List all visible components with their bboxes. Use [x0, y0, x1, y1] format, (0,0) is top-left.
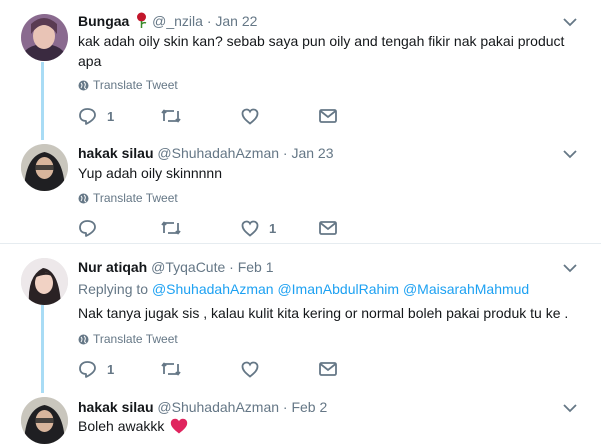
- reply-button[interactable]: 1: [78, 106, 114, 126]
- like-button[interactable]: [241, 359, 259, 379]
- share-dm-button[interactable]: [319, 218, 337, 238]
- reply-count: 1: [107, 361, 115, 377]
- separator-dot: ·: [282, 399, 288, 415]
- like-icon: [241, 220, 259, 237]
- handle[interactable]: @ShuhadahAzman: [157, 145, 279, 161]
- avatar[interactable]: [21, 14, 68, 61]
- handle[interactable]: @ShuhadahAzman: [157, 399, 279, 415]
- mention-link[interactable]: @ShuhadahAzman: [152, 281, 274, 297]
- tweet-actions: 1: [78, 359, 348, 379]
- separator-dot: ·: [206, 13, 212, 29]
- translate-label: Translate Tweet: [93, 78, 178, 92]
- tweet-header: Bungaa @_nzila · Jan 22: [78, 12, 257, 30]
- tweet-header: hakak silau @ShuhadahAzman · Jan 23: [78, 144, 334, 162]
- reply-count: 1: [107, 108, 115, 124]
- rose-emoji-icon: [135, 12, 148, 28]
- chevron-down-icon[interactable]: [563, 149, 577, 159]
- globe-icon: [78, 193, 89, 204]
- share-dm-button[interactable]: [319, 359, 337, 379]
- share-dm-icon: [319, 221, 337, 235]
- display-name[interactable]: Bungaa: [78, 13, 129, 29]
- translate-tweet-link[interactable]: Translate Tweet: [78, 78, 178, 92]
- retweet-icon: [161, 361, 181, 377]
- chevron-down-icon[interactable]: [563, 403, 577, 413]
- reply-icon: [78, 219, 97, 237]
- avatar[interactable]: [21, 397, 68, 444]
- tweet-text: Nak tanya jugak sis , kalau kulit kita k…: [78, 305, 569, 321]
- tweet-2[interactable]: hakak silau @ShuhadahAzman · Jan 23 Yup …: [0, 132, 601, 242]
- like-icon: [241, 361, 259, 378]
- tweet-actions: 1: [78, 218, 348, 238]
- globe-icon: [78, 334, 89, 345]
- mention-link[interactable]: @ImanAbdulRahim: [277, 281, 399, 297]
- share-dm-icon: [319, 109, 337, 123]
- tweet-text: Yup adah oily skinnnnn: [78, 165, 222, 181]
- tweet-text: Boleh awakkk: [78, 418, 165, 434]
- tweet-3[interactable]: Nur atiqah @TyqaCute · Feb 1 Replying to…: [0, 244, 601, 387]
- tweet-date[interactable]: Feb 2: [291, 399, 327, 415]
- tweet-date[interactable]: Jan 22: [215, 13, 257, 29]
- separator-dot: ·: [229, 259, 234, 275]
- replying-to-line: Replying to @ShuhadahAzman @ImanAbdulRah…: [78, 279, 578, 299]
- share-dm-button[interactable]: [319, 106, 337, 126]
- reply-icon: [78, 107, 97, 125]
- handle[interactable]: @_nzila: [152, 13, 203, 29]
- translate-tweet-link[interactable]: Translate Tweet: [78, 332, 178, 346]
- replying-to-label: Replying to: [78, 281, 149, 297]
- mention-link[interactable]: @MaisarahMahmud: [403, 281, 529, 297]
- separator-dot: ·: [282, 145, 288, 161]
- retweet-button[interactable]: [161, 218, 181, 238]
- tweet-header: Nur atiqah @TyqaCute · Feb 1: [78, 258, 274, 276]
- tweet-header: hakak silau @ShuhadahAzman · Feb 2: [78, 398, 327, 416]
- translate-tweet-link[interactable]: Translate Tweet: [78, 191, 178, 205]
- globe-icon: [78, 80, 89, 91]
- tweet-text-line: Boleh awakkk: [78, 416, 578, 436]
- share-dm-icon: [319, 362, 337, 376]
- display-name[interactable]: hakak silau: [78, 145, 154, 161]
- like-count: 1: [269, 220, 277, 236]
- tweet-text: kak adah oily skin kan? sebab saya pun o…: [78, 33, 565, 69]
- avatar[interactable]: [21, 258, 68, 305]
- reply-button[interactable]: 1: [78, 359, 114, 379]
- avatar[interactable]: [21, 144, 68, 191]
- like-button[interactable]: 1: [241, 218, 276, 238]
- reply-icon: [78, 360, 97, 378]
- like-icon: [241, 108, 259, 125]
- chevron-down-icon[interactable]: [563, 17, 577, 27]
- like-button[interactable]: [241, 106, 259, 126]
- tweet-actions: 1: [78, 106, 348, 126]
- reply-button[interactable]: [78, 218, 97, 238]
- handle[interactable]: @TyqaCute: [151, 259, 225, 275]
- tweet-1[interactable]: Bungaa @_nzila · Jan 22 kak adah oily sk…: [0, 0, 601, 132]
- translate-label: Translate Tweet: [93, 332, 178, 346]
- display-name[interactable]: Nur atiqah: [78, 259, 147, 275]
- chevron-down-icon[interactable]: [563, 263, 577, 273]
- retweet-button[interactable]: [161, 106, 181, 126]
- tweet-4[interactable]: hakak silau @ShuhadahAzman · Feb 2 Boleh…: [0, 387, 601, 445]
- translate-label: Translate Tweet: [93, 191, 178, 205]
- retweet-icon: [161, 220, 181, 236]
- retweet-button[interactable]: [161, 359, 181, 379]
- tweet-date[interactable]: Jan 23: [291, 145, 333, 161]
- display-name[interactable]: hakak silau: [78, 399, 154, 415]
- heart-emoji-icon: [170, 418, 188, 434]
- tweet-date[interactable]: Feb 1: [238, 259, 274, 275]
- retweet-icon: [161, 108, 181, 124]
